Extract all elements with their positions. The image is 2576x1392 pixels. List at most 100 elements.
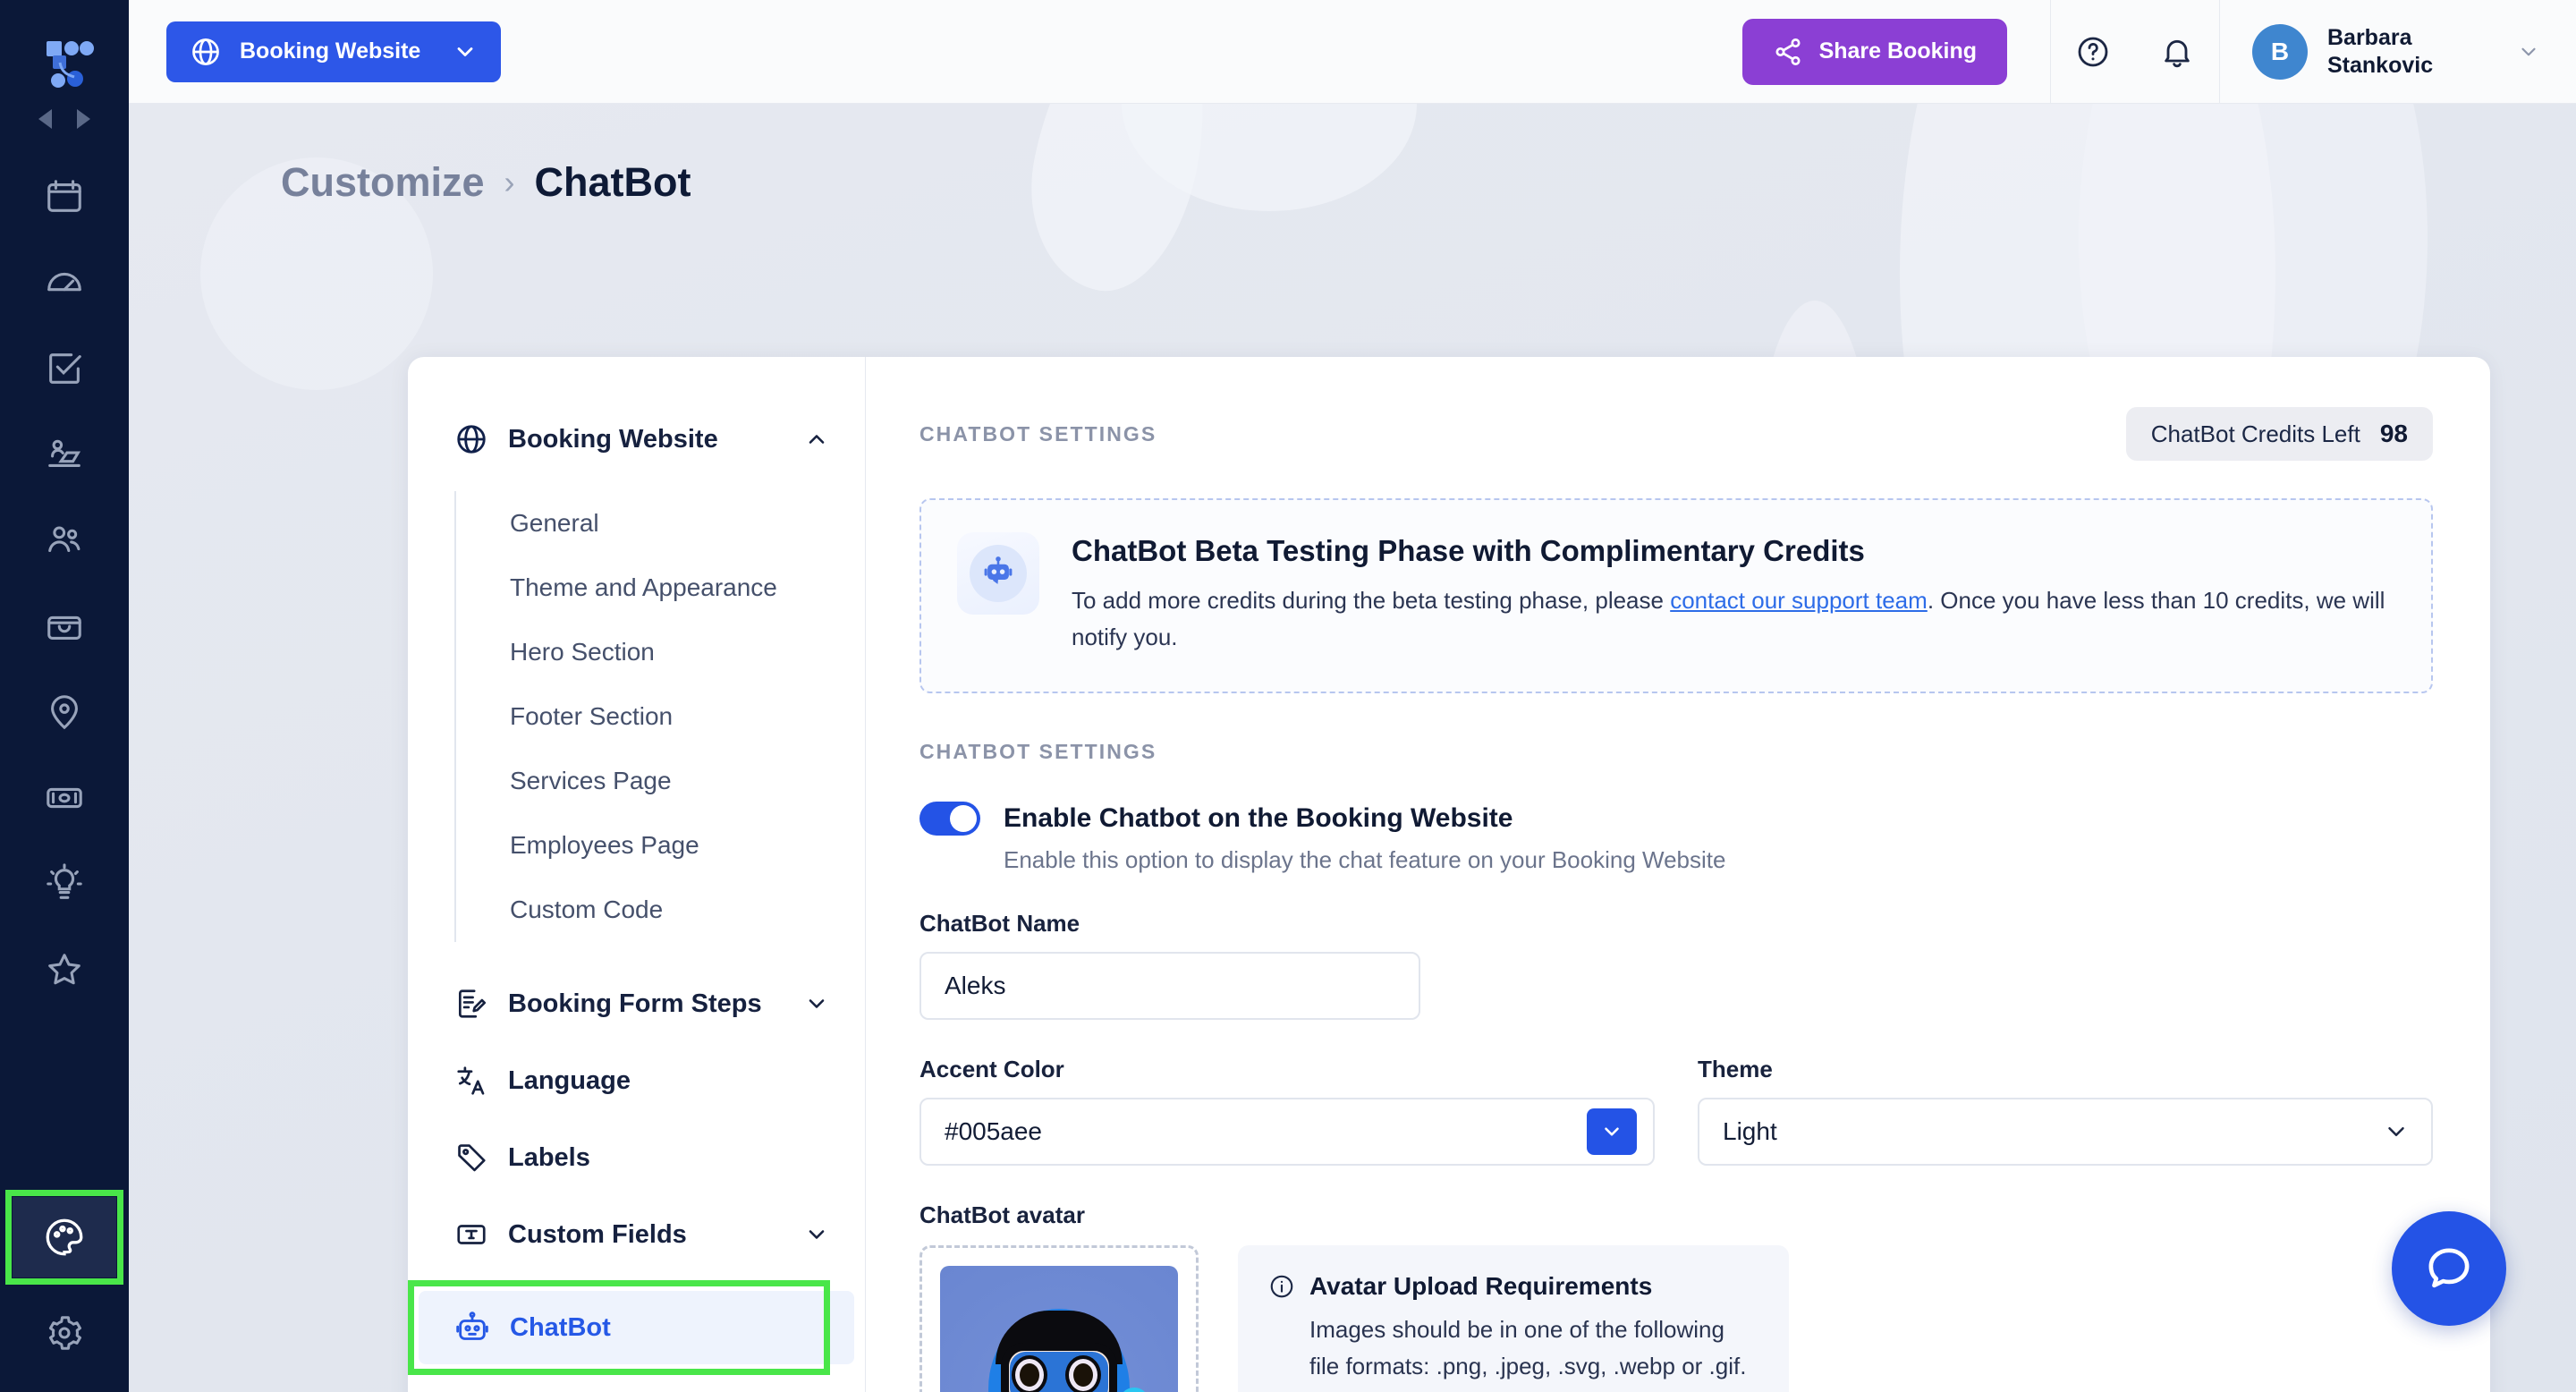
app-root: Booking Website Share Booking B Barbara … <box>0 0 2576 1392</box>
sidebar-item-general[interactable]: General <box>510 491 865 556</box>
globe-icon <box>454 422 488 456</box>
active-highlight-box <box>408 1280 830 1375</box>
sidebar-item-services[interactable]: Services Page <box>510 749 865 813</box>
sidebar-item-label: Language <box>508 1065 631 1095</box>
sidebar-item-custom-fields[interactable]: Custom Fields <box>408 1196 865 1273</box>
section-title: CHATBOT SETTINGS <box>919 421 1157 446</box>
page-title: ChatBot <box>534 159 691 205</box>
help-chat-launcher[interactable] <box>2392 1211 2506 1326</box>
accent-color-input[interactable]: #005aee <box>919 1098 1655 1167</box>
avatar-dropzone[interactable] <box>919 1245 1199 1392</box>
accent-color-label: Accent Color <box>919 1056 1064 1083</box>
rail-item-list <box>0 154 129 1013</box>
text-field-icon <box>454 1218 488 1252</box>
chatbot-name-label: ChatBot Name <box>919 910 1080 938</box>
question-circle-icon <box>2075 34 2111 70</box>
help-button[interactable] <box>2051 0 2135 104</box>
support-link[interactable]: contact our support team <box>1670 587 1928 614</box>
credits-label: ChatBot Credits Left <box>2150 420 2360 447</box>
user-menu[interactable]: B Barbara Stankovic <box>2220 0 2576 104</box>
banner-title: ChatBot Beta Testing Phase with Complime… <box>1072 534 1865 567</box>
sidebar-item-language[interactable]: Language <box>408 1042 865 1119</box>
robot-icon <box>970 545 1027 602</box>
rail-item-calendar[interactable] <box>0 154 129 240</box>
top-bar: Booking Website Share Booking B Barbara … <box>129 0 2576 104</box>
accent-color-field: Accent Color #005aee <box>919 1020 1655 1167</box>
chevron-left-icon[interactable] <box>38 109 52 129</box>
rail-item-dashboard[interactable] <box>0 240 129 326</box>
rail-bottom-items <box>0 1184 129 1392</box>
sidebar-item-theme[interactable]: Theme and Appearance <box>510 556 865 620</box>
blue-robot-avatar-icon <box>965 1300 1153 1392</box>
avatar-row: Avatar Upload Requirements Images should… <box>919 1245 2433 1392</box>
rail-item-settings[interactable] <box>0 1290 129 1376</box>
palette-icon <box>46 1218 83 1256</box>
rail-item-insights[interactable] <box>0 841 129 927</box>
beta-banner: ChatBot Beta Testing Phase with Complime… <box>919 498 2433 694</box>
enable-chatbot-toggle[interactable] <box>919 802 980 836</box>
rail-item-inbox[interactable] <box>0 583 129 669</box>
bell-icon <box>2159 34 2195 70</box>
tag-icon <box>454 1141 488 1175</box>
info-icon <box>1268 1273 1295 1300</box>
chevron-down-icon <box>2517 40 2540 64</box>
notifications-button[interactable] <box>2135 0 2219 104</box>
banner-robot-badge <box>957 532 1039 615</box>
enable-chatbot-row: Enable Chatbot on the Booking Website <box>919 802 2433 836</box>
app-logo-icon[interactable] <box>35 30 94 89</box>
content-card: Booking Website General Theme and Appear… <box>408 357 2490 1392</box>
sidebar-item-booking-form-steps[interactable]: Booking Form Steps <box>408 965 865 1042</box>
user-name: Barbara Stankovic <box>2327 25 2434 78</box>
form-edit-icon <box>454 987 488 1021</box>
avatar-requirements: Avatar Upload Requirements Images should… <box>1238 1245 1789 1392</box>
sidebar-item-hero[interactable]: Hero Section <box>510 620 865 684</box>
section-title-2: CHATBOT SETTINGS <box>919 740 1157 764</box>
rail-item-favorites[interactable] <box>0 927 129 1013</box>
sidebar-item-chatbot[interactable]: ChatBot <box>408 1280 865 1375</box>
theme-value: Light <box>1723 1117 1777 1146</box>
chevron-up-icon <box>804 427 829 452</box>
color-picker-button[interactable] <box>1587 1108 1637 1156</box>
breadcrumb: Customize › ChatBot <box>281 159 2576 206</box>
rail-item-customers[interactable] <box>0 497 129 583</box>
chevron-right-icon[interactable] <box>77 109 90 129</box>
rail-item-customize[interactable] <box>0 1184 129 1290</box>
rail-item-workspace[interactable] <box>0 412 129 497</box>
breadcrumb-separator: › <box>504 164 515 200</box>
breadcrumb-parent[interactable]: Customize <box>281 159 485 206</box>
enable-chatbot-help: Enable this option to display the chat f… <box>1004 846 1726 874</box>
theme-label: Theme <box>1698 1056 1773 1083</box>
rail-item-finance[interactable] <box>0 755 129 841</box>
rail-item-tasks[interactable] <box>0 326 129 412</box>
theme-select[interactable]: Light <box>1698 1098 2433 1167</box>
chevron-down-icon <box>804 1222 829 1247</box>
avatar-requirements-title-row: Avatar Upload Requirements <box>1268 1272 1758 1301</box>
share-booking-label: Share Booking <box>1818 38 1977 64</box>
avatar-requirements-text: Images should be in one of the following… <box>1309 1316 1747 1392</box>
sidebar-item-employees[interactable]: Employees Page <box>510 813 865 878</box>
credits-badge: ChatBot Credits Left 98 <box>2125 407 2433 461</box>
main-region: Booking Website Share Booking B Barbara … <box>129 0 2576 1392</box>
nav-group-booking-website[interactable]: Booking Website <box>408 407 865 471</box>
left-nav-rail <box>0 0 129 1392</box>
color-theme-row: Accent Color #005aee Theme Light <box>919 1020 2433 1167</box>
sidebar-item-customcode[interactable]: Custom Code <box>510 878 865 942</box>
avatar-requirements-title: Avatar Upload Requirements <box>1309 1272 1653 1301</box>
settings-main: CHATBOT SETTINGS ChatBot Credits Left 98 <box>866 357 2490 1392</box>
sidebar-item-footer[interactable]: Footer Section <box>510 684 865 749</box>
enable-chatbot-label: Enable Chatbot on the Booking Website <box>1004 803 1513 834</box>
sidebar-item-labels[interactable]: Labels <box>408 1119 865 1196</box>
chevron-down-icon <box>2383 1118 2422 1145</box>
share-booking-button[interactable]: Share Booking <box>1741 18 2007 85</box>
site-selector-label: Booking Website <box>240 38 421 64</box>
sidebar-item-label: Booking Form Steps <box>508 989 762 1018</box>
gear-icon <box>48 1316 81 1350</box>
chevron-down-icon <box>804 991 829 1016</box>
chatbot-name-input[interactable]: Aleks <box>919 952 1420 1021</box>
avatar: B <box>2252 23 2308 80</box>
toggle-knob <box>950 805 977 833</box>
site-selector-button[interactable]: Booking Website <box>166 21 502 82</box>
theme-field: Theme Light <box>1698 1020 2433 1167</box>
rail-item-locations[interactable] <box>0 669 129 755</box>
share-icon <box>1773 37 1803 67</box>
